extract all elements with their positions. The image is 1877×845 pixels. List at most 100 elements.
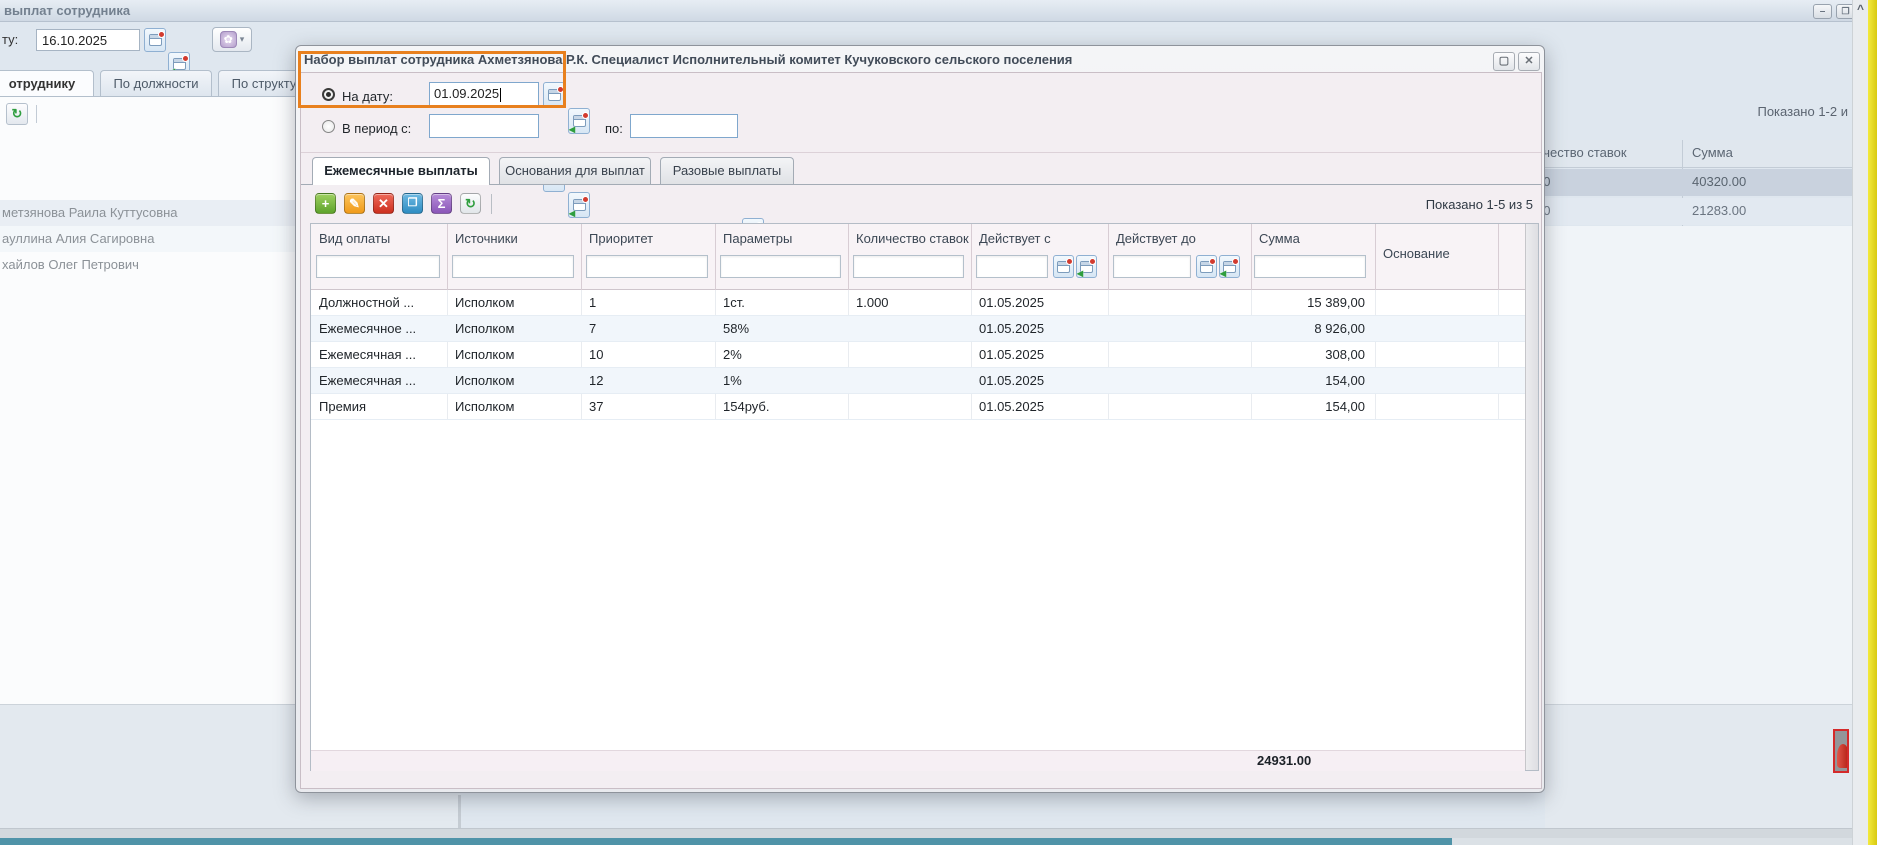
cell-priority: 1 xyxy=(581,290,715,316)
period-to-input[interactable] xyxy=(630,114,738,138)
cell-sources: Исполком xyxy=(447,368,581,394)
filter-valid-from-calendar-button[interactable] xyxy=(1053,255,1074,278)
dialog-close-button[interactable]: ✕ xyxy=(1518,52,1540,71)
cell-sum: 154,00 xyxy=(1251,394,1375,420)
cell-sum: 21283.00 xyxy=(1692,203,1746,218)
gear-icon: ✿ xyxy=(220,31,237,48)
cell-rate-count: 1.000 xyxy=(848,290,971,316)
filter-priority[interactable] xyxy=(586,255,708,278)
filter-payment-type[interactable] xyxy=(316,255,440,278)
col-grounds[interactable]: Основание xyxy=(1383,246,1450,261)
bg-refresh-button[interactable]: ↻ xyxy=(6,103,28,125)
dropdown-arrow-icon: ▾ xyxy=(240,34,245,45)
bg-date-calendar-button[interactable] xyxy=(144,28,166,52)
green-arrow-icon: ◂ xyxy=(1077,268,1083,278)
tab-label: Ежемесячные выплаты xyxy=(324,163,478,178)
cell-rate-count xyxy=(848,342,971,368)
grid-scrollbar[interactable] xyxy=(1525,224,1538,770)
add-icon: + xyxy=(322,197,330,210)
filter-valid-to-calendar-go-button[interactable]: ◂ xyxy=(1219,255,1240,278)
tab-monthly-payments[interactable]: Ежемесячные выплаты xyxy=(312,157,490,185)
alert-flag-icon[interactable] xyxy=(1833,729,1849,773)
col-rate-count[interactable]: Количество ставок xyxy=(856,231,969,246)
period-from-calendar-go-button[interactable]: ◂ xyxy=(568,192,590,218)
filter-parameters[interactable] xyxy=(720,255,841,278)
cell-grounds xyxy=(1375,368,1498,394)
cell-payment-type: Премия xyxy=(311,394,447,420)
tab-label: Разовые выплаты xyxy=(673,163,782,178)
cell-valid-to xyxy=(1108,342,1251,368)
grid-row[interactable]: Ежемесячная ... Исполком 10 2% 01.05.202… xyxy=(311,342,1525,368)
green-arrow-icon: ◂ xyxy=(569,124,575,134)
delete-icon: ✕ xyxy=(378,197,389,210)
bg-minimize-button[interactable]: – xyxy=(1813,4,1832,19)
bg-toolbar-separator xyxy=(36,105,37,123)
col-payment-type[interactable]: Вид оплаты xyxy=(319,231,390,246)
cell-payment-type: Должностной ... xyxy=(311,290,447,316)
bg-tab-by-position[interactable]: По должности xyxy=(100,70,212,97)
grid-header: Вид оплаты Источники Приоритет Параметры… xyxy=(311,224,1538,290)
bg-date-label: ту: xyxy=(2,32,18,47)
filter-valid-to[interactable] xyxy=(1113,255,1191,278)
grid-row[interactable]: Ежемесячная ... Исполком 12 1% 01.05.202… xyxy=(311,368,1525,394)
grid-row[interactable]: Премия Исполком 37 154руб. 01.05.2025 15… xyxy=(311,394,1525,420)
paging-status: Показано 1-5 из 5 xyxy=(1333,197,1533,212)
right-side-strip xyxy=(1852,0,1868,845)
bg-tab-by-employee[interactable]: отруднику xyxy=(0,70,94,97)
col-sum[interactable]: Сумма xyxy=(1259,231,1300,246)
filter-sources[interactable] xyxy=(452,255,574,278)
bg-table-row[interactable]: 50 21283.00 xyxy=(1545,198,1852,225)
cell-rate-count xyxy=(848,316,971,342)
cell-sum: 308,00 xyxy=(1251,342,1375,368)
cell-valid-to xyxy=(1108,316,1251,342)
cell-priority: 7 xyxy=(581,316,715,342)
tab-label: Основания для выплат xyxy=(505,163,645,178)
filter-valid-to-calendar-button[interactable] xyxy=(1196,255,1217,278)
col-valid-to[interactable]: Действует до xyxy=(1116,231,1196,246)
collapse-up-icon[interactable]: ^ xyxy=(1854,2,1867,16)
cell-sum: 40320.00 xyxy=(1692,174,1746,189)
col-priority[interactable]: Приоритет xyxy=(589,231,653,246)
cell-sum: 15 389,00 xyxy=(1251,290,1375,316)
filter-sum[interactable] xyxy=(1254,255,1366,278)
col-parameters[interactable]: Параметры xyxy=(723,231,792,246)
cell-priority: 12 xyxy=(581,368,715,394)
bg-table-header: ичество ставок Сумма xyxy=(1545,140,1852,168)
edit-pencil-icon: ✎ xyxy=(349,197,360,210)
filter-valid-from-calendar-go-button[interactable]: ◂ xyxy=(1076,255,1097,278)
yellow-edge-strip xyxy=(1868,0,1877,845)
grid-row[interactable]: Ежемесячное ... Исполком 7 58% 01.05.202… xyxy=(311,316,1525,342)
tab-payment-grounds[interactable]: Основания для выплат xyxy=(499,157,651,185)
period-from-input[interactable] xyxy=(429,114,539,138)
tab-one-time-payments[interactable]: Разовые выплаты xyxy=(660,157,794,185)
dialog-content: На дату: 01.09.2025 ◂ В период с: ◂ по: … xyxy=(300,72,1542,789)
filter-rate-count[interactable] xyxy=(853,255,964,278)
tab-label: По структу xyxy=(232,76,297,91)
delete-button[interactable]: ✕ xyxy=(373,193,394,214)
refresh-icon: ↻ xyxy=(465,197,476,210)
bg-table-row-selected[interactable]: 00 40320.00 xyxy=(1545,169,1852,196)
bg-settings-dropdown-button[interactable]: ✿ ▾ xyxy=(212,27,252,52)
cell-sources: Исполком xyxy=(447,290,581,316)
filters-separator xyxy=(301,152,1541,153)
cell-valid-to xyxy=(1108,290,1251,316)
dialog-maximize-button[interactable]: ▢ xyxy=(1493,52,1515,71)
col-valid-from[interactable]: Действует с xyxy=(979,231,1051,246)
refresh-button[interactable]: ↻ xyxy=(460,193,481,214)
calendar-icon xyxy=(1057,261,1070,273)
cell-priority: 37 xyxy=(581,394,715,420)
bg-statusbar xyxy=(0,828,1852,838)
period-radio[interactable] xyxy=(322,120,335,133)
grid-row[interactable]: Должностной ... Исполком 1 1ст. 1.000 01… xyxy=(311,290,1525,316)
on-date-calendar-go-button[interactable]: ◂ xyxy=(568,108,590,134)
bg-date-input[interactable] xyxy=(36,29,140,51)
cell-parameters: 2% xyxy=(715,342,848,368)
col-sources[interactable]: Источники xyxy=(455,231,518,246)
copy-icon: ❐ xyxy=(408,198,418,209)
filter-valid-from[interactable] xyxy=(976,255,1048,278)
add-button[interactable]: + xyxy=(315,193,336,214)
copy-button[interactable]: ❐ xyxy=(402,193,423,214)
edit-button[interactable]: ✎ xyxy=(344,193,365,214)
sum-button[interactable]: Σ xyxy=(431,193,452,214)
cell-sum: 154,00 xyxy=(1251,368,1375,394)
